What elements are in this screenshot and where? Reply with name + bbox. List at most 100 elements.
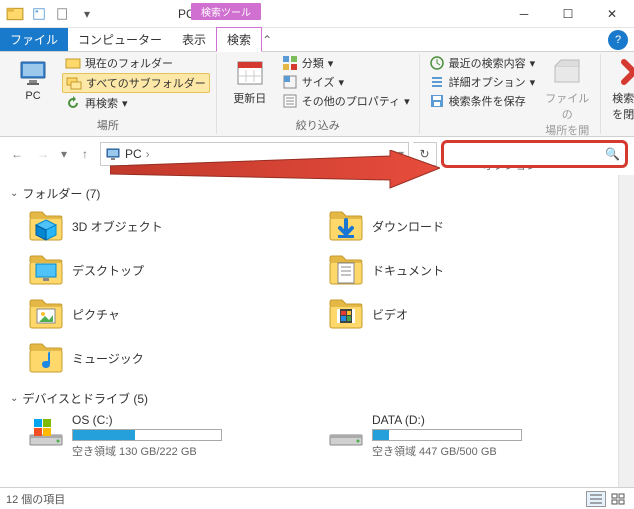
address-bar[interactable]: PC › ▾ [100,142,409,166]
video-folder-icon [328,296,364,332]
folder-item[interactable]: ピクチャ [28,296,308,332]
folder-icon [65,55,81,71]
type-icon [282,55,298,71]
close-x-icon [618,56,634,88]
nav-up[interactable]: ↑ [74,143,96,165]
navbar: ← → ▾ ↑ PC › ▾ ↻ 🔍 [0,137,634,170]
folder-item[interactable]: ダウンロード [328,208,608,244]
ribbon-pc-label: PC [25,90,40,102]
explorer-icon [6,5,24,23]
tab-file[interactable]: ファイル [0,28,68,51]
folder-label: ミュージック [72,350,144,367]
object3d-folder-icon [28,208,64,244]
window-controls: ─ ☐ ✕ [502,0,634,28]
tab-search[interactable]: 検索 [216,27,262,52]
tab-view[interactable]: 表示 [172,28,216,51]
refresh-icon [65,95,81,111]
download-folder-icon [328,208,364,244]
drive-name: OS (C:) [72,413,222,427]
folder-label: ピクチャ [72,306,120,323]
drive-icon [28,413,64,449]
ribbon-size[interactable]: サイズ ▾ [279,73,413,91]
address-dropdown-icon[interactable]: ▾ [398,147,404,161]
ribbon-type[interactable]: 分類 ▾ [279,54,413,72]
ribbon-close-search[interactable]: 検索結果 を閉じる [607,54,634,124]
nav-back[interactable]: ← [6,143,28,165]
close-button[interactable]: ✕ [590,0,634,28]
help-button[interactable]: ? [608,30,628,50]
chevron-down-icon: ⌄ [10,188,18,199]
ribbon-group-close: 検索結果 を閉じる [601,54,634,134]
status-item-count: 12 個の項目 [6,491,65,507]
calendar-icon [234,56,266,88]
document-folder-icon [328,252,364,288]
ribbon-all-subfolders[interactable]: すべてのサブフォルダー [62,73,210,93]
folders-grid: 3D オブジェクト ダウンロードデスクトップ ドキュメントピクチャ ビデオミュージック [28,208,608,376]
folder-item[interactable]: デスクトップ [28,252,308,288]
titlebar: ▾ 検索ツール PC ─ ☐ ✕ [0,0,634,28]
minimize-button[interactable]: ─ [502,0,546,28]
drive-icon [328,413,364,449]
drive-usage-bar [72,429,222,441]
props-icon [282,93,298,109]
ribbon-advanced-options[interactable]: 詳細オプション ▾ [426,73,539,91]
group-drives-label: デバイスとドライブ (5) [22,390,148,407]
search-icon[interactable]: 🔍 [605,147,620,161]
list-icon [429,74,445,90]
folder-label: ドキュメント [372,262,444,279]
address-segment[interactable]: PC [125,147,142,161]
pc-icon [17,56,49,88]
refresh-button[interactable]: ↻ [413,142,437,166]
save-icon [429,93,445,109]
ribbon-current-folder[interactable]: 現在のフォルダー [62,54,210,72]
music-folder-icon [28,340,64,376]
ribbon-group-location-label: 場所 [6,116,210,134]
folder-label: デスクトップ [72,262,144,279]
qat-properties-icon[interactable] [28,5,50,23]
view-details-button[interactable] [586,491,606,507]
drive-free-space: 空き領域 130 GB/222 GB [72,443,222,459]
ribbon-collapse-icon[interactable]: ⌃ [262,33,278,47]
drive-item[interactable]: DATA (D:) 空き領域 447 GB/500 GB [328,413,608,459]
maximize-button[interactable]: ☐ [546,0,590,28]
folder-item[interactable]: 3D オブジェクト [28,208,308,244]
pc-icon-small [105,146,121,162]
qat-dropdown-icon[interactable]: ▾ [76,5,98,23]
status-bar: 12 個の項目 [0,487,634,509]
folder-label: 3D オブジェクト [72,218,163,235]
group-folders-label: フォルダー (7) [22,185,100,202]
ribbon-this-pc[interactable]: PC [6,54,60,104]
folder-item[interactable]: ビデオ [328,296,608,332]
size-icon [282,74,298,90]
chevron-right-icon[interactable]: › [146,147,150,161]
open-location-icon [551,56,583,88]
qat-new-icon[interactable] [52,5,74,23]
folder-item[interactable]: ミュージック [28,340,308,376]
drive-name: DATA (D:) [372,413,522,427]
group-drives-header[interactable]: ⌄ デバイスとドライブ (5) [10,390,608,407]
ribbon-recent-searches[interactable]: 最近の検索内容 ▾ [426,54,539,72]
drive-free-space: 空き領域 447 GB/500 GB [372,443,522,459]
ribbon-group-refine-label: 絞り込み [223,116,413,134]
drive-item[interactable]: OS (C:) 空き領域 130 GB/222 GB [28,413,308,459]
nav-recent-dropdown[interactable]: ▾ [58,143,70,165]
vertical-scrollbar[interactable] [618,175,634,487]
ribbon-save-search[interactable]: 検索条件を保存 [426,92,539,110]
tab-computer[interactable]: コンピューター [68,28,172,51]
ribbon-group-refine: 更新日 分類 ▾ サイズ ▾ その他のプロパティ ▾ 絞り込み [217,54,420,134]
folder-item[interactable]: ドキュメント [328,252,608,288]
ribbon-other-props[interactable]: その他のプロパティ ▾ [279,92,413,110]
nav-forward[interactable]: → [32,143,54,165]
chevron-down-icon: ⌄ [10,393,18,404]
desktop-folder-icon [28,252,64,288]
ribbon-update-date[interactable]: 更新日 [223,54,277,108]
content-area: ⌄ フォルダー (7) 3D オブジェクト ダウンロードデスクトップ ドキュメントピ… [0,175,618,487]
search-box[interactable]: 🔍 [441,140,628,168]
menubar: ファイル コンピューター 表示 検索 ⌃ ? [0,28,634,52]
ribbon-research[interactable]: 再検索 ▾ [62,94,210,112]
view-large-icons-button[interactable] [608,491,628,507]
folder-label: ダウンロード [372,218,444,235]
group-folders-header[interactable]: ⌄ フォルダー (7) [10,185,608,202]
search-input[interactable] [450,147,605,161]
folder-label: ビデオ [372,306,408,323]
